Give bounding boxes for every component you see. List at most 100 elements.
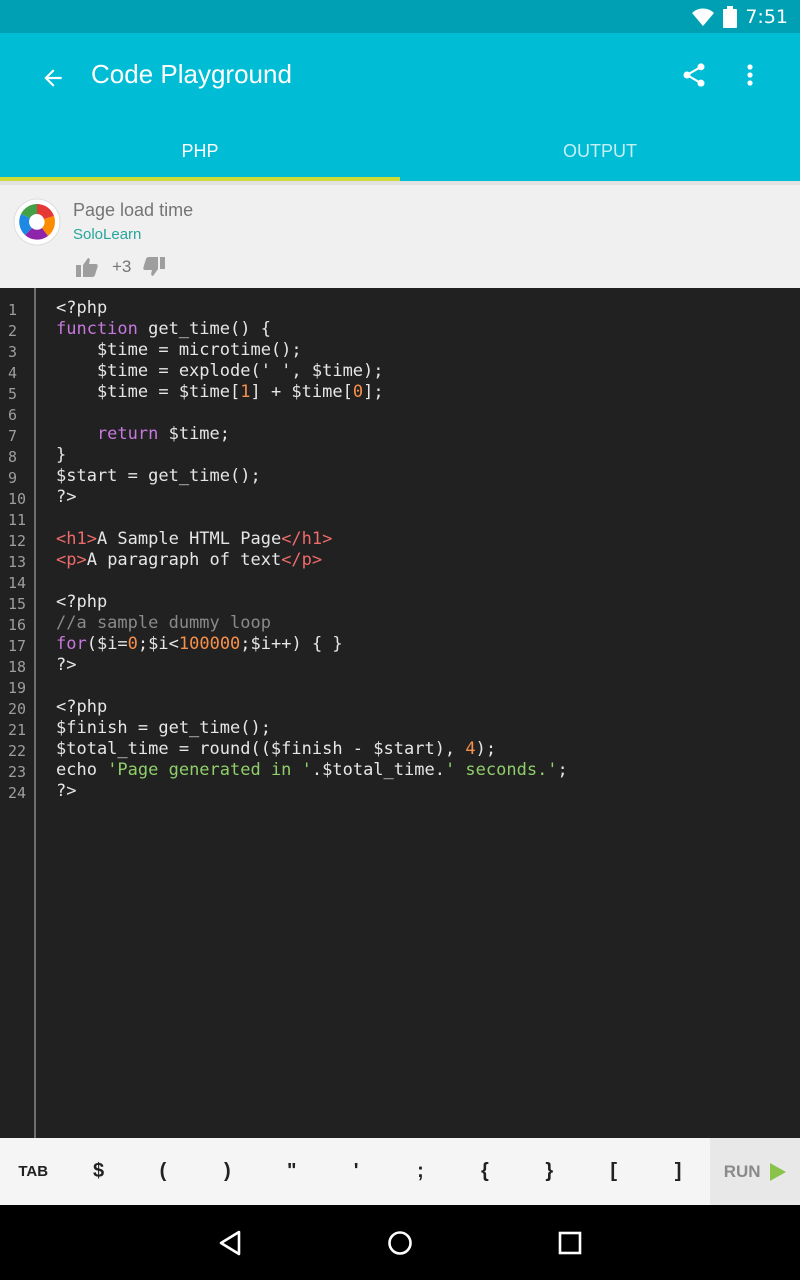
nav-recents-icon [558,1231,582,1255]
code-title: Page load time [73,200,194,220]
status-bar: 7:51 [0,0,800,33]
key-dollar[interactable]: $ [66,1138,130,1205]
nav-home-icon [388,1231,412,1255]
vote-count: +3 [112,257,132,276]
line-number: 18 [8,658,27,676]
code-token: $finish = get_time(); [56,718,271,738]
code-token: ;$i++) { } [240,634,343,654]
code-token: 0 [352,382,364,402]
code-token: ($i= [86,634,128,654]
line-number: 10 [8,490,27,508]
nav-back-button[interactable] [205,1220,255,1266]
status-time: 7:51 [745,5,788,28]
code-token: ); [475,739,497,759]
code-token: return [56,424,159,444]
symbol-key-bar: TAB $ ( ) " ' ; { } [ ] RUN [0,1138,800,1205]
code-token: $total_time = round(($finish - $start), [56,739,466,759]
key-open-bracket[interactable]: [ [581,1138,645,1205]
code-line: <?php [56,697,568,718]
code-line: //a sample dummy loop [56,613,568,634]
line-number: 13 [8,553,27,571]
line-number: 1 [8,301,18,319]
code-token: 0 [127,634,138,654]
code-token: ?> [56,655,77,675]
line-number: 17 [8,637,27,655]
nav-home-button[interactable] [375,1220,425,1266]
line-number: 12 [8,532,27,550]
code-token: $time = explode(' ', $time); [56,361,384,381]
code-line: return $time; [56,424,568,445]
more-vert-icon [747,64,753,86]
code-token: echo [56,760,108,780]
share-button[interactable] [672,53,716,97]
line-number: 9 [8,469,18,487]
code-token: $start = get_time(); [56,466,261,486]
code-header: Page load time SoloLearn +3 [0,181,800,288]
key-open-paren[interactable]: ( [131,1138,195,1205]
more-options-button[interactable] [728,53,772,97]
key-single-quote[interactable]: ' [324,1138,388,1205]
nav-recents-button[interactable] [545,1220,595,1266]
back-arrow-icon [44,69,62,87]
code-token: ; [557,760,568,780]
code-line: ?> [56,781,568,802]
key-close-bracket[interactable]: ] [646,1138,710,1205]
line-number: 14 [8,574,27,592]
line-number: 24 [8,784,27,802]
line-number: 15 [8,595,27,613]
code-line: function get_time() { [56,319,568,340]
code-token: function [56,319,138,339]
code-line: echo 'Page generated in '.$total_time.' … [56,760,568,781]
key-close-brace[interactable]: } [517,1138,581,1205]
tab-php[interactable]: PHP [0,121,400,181]
wifi-icon [692,8,715,26]
key-open-brace[interactable]: { [453,1138,517,1205]
code-line: $start = get_time(); [56,466,568,487]
key-semicolon[interactable]: ; [388,1138,452,1205]
line-number: 7 [8,427,18,445]
code-token: 'Page generated in ' [107,760,312,780]
code-token: ' seconds.' [444,760,558,780]
code-line: <?php [56,298,568,319]
line-number: 11 [8,511,27,529]
run-button[interactable]: RUN [710,1138,800,1205]
code-token: } [56,445,67,465]
code-token: 100000 [178,634,241,654]
thumbs-down-icon[interactable] [143,257,166,277]
code-token: $time; [158,424,231,444]
run-label: RUN [723,1161,761,1181]
thumbs-up-icon[interactable] [76,257,98,277]
line-number: 19 [8,679,27,697]
author-link[interactable]: SoloLearn [73,226,141,243]
code-line: ?> [56,487,568,508]
code-line: $total_time = round(($finish - $start), … [56,739,568,760]
line-number: 16 [8,616,27,634]
code-token: ;$i< [137,634,179,654]
system-nav-bar [0,1205,800,1280]
code-token: <p> [56,550,87,570]
code-token: ] + $time[ [250,382,353,402]
play-icon [769,1162,786,1181]
code-token: 1 [240,382,251,402]
code-line: $time = explode(' ', $time); [56,361,568,382]
code-token: <?php [56,298,108,318]
battery-icon [723,5,738,28]
line-numbers: 1 2 3 4 5 6 7 8 9 10 11 12 13 14 15 16 17 18 19 20 21 22 23 24 [8,300,26,804]
key-double-quote[interactable]: " [260,1138,324,1205]
code-token: A Sample HTML Page [96,529,282,549]
code-token: <h1> [56,529,97,549]
code-token: A paragraph of text [86,550,282,570]
back-button[interactable] [30,55,76,101]
line-gutter: 1 2 3 4 5 6 7 8 9 10 11 12 13 14 15 16 17 18 19 20 21 22 23 24 [0,288,36,1138]
line-number: 8 [8,448,18,466]
code-token: <?php [56,592,108,612]
key-close-paren[interactable]: ) [195,1138,259,1205]
line-number: 3 [8,343,18,361]
code-text[interactable]: <?php function get_time() { $time = micro… [56,298,568,802]
tab-output[interactable]: OUTPUT [400,121,800,181]
code-editor[interactable]: 1 2 3 4 5 6 7 8 9 10 11 12 13 14 15 16 17 18 19 20 21 22 23 24 … [0,288,800,1138]
tab-key[interactable]: TAB [0,1138,66,1205]
